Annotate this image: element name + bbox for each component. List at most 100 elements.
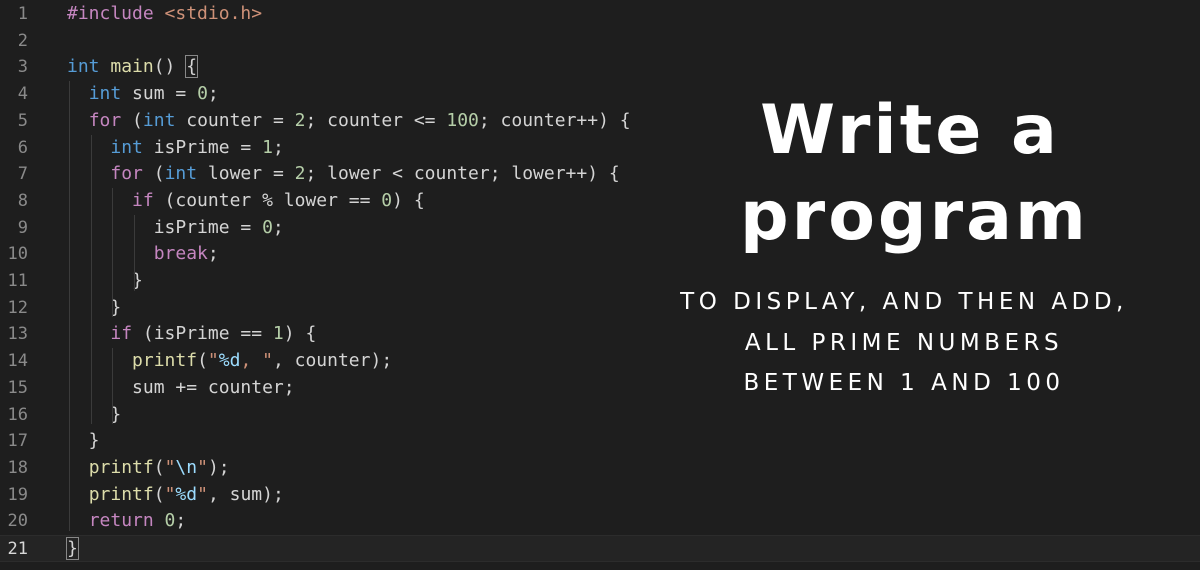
code-line-2[interactable]: 2 <box>0 28 1200 55</box>
matching-brace-close: } <box>66 537 79 560</box>
code-token: " <box>164 483 176 505</box>
code-token: ( <box>197 350 208 372</box>
line-number: 4 <box>17 84 28 105</box>
code-token: ; <box>207 83 219 105</box>
code-text: if (counter % lower == 0) { <box>67 188 425 215</box>
code-text: int main() { <box>67 54 199 81</box>
line-number: 14 <box>7 351 28 372</box>
line-number: 8 <box>17 190 28 211</box>
code-token: ; counter++) { <box>478 109 631 131</box>
code-text: } <box>66 536 79 563</box>
code-text: int sum = 0; <box>67 81 219 108</box>
code-token: 2 <box>294 109 306 131</box>
code-line-17[interactable]: 17 } <box>0 428 1200 455</box>
line-number: 17 <box>7 431 28 452</box>
code-token: ; <box>272 216 284 238</box>
code-token: int <box>164 163 208 185</box>
code-token: 100 <box>446 109 479 131</box>
code-token: for <box>110 163 154 185</box>
code-text: sum += counter; <box>67 375 295 402</box>
line-number: 9 <box>17 217 28 238</box>
code-line-21[interactable]: 21} <box>0 535 1200 562</box>
line-number: 19 <box>7 484 28 505</box>
code-text: for (int lower = 2; lower < counter; low… <box>67 161 620 188</box>
line-number: 3 <box>17 57 28 78</box>
code-token: ; <box>207 243 219 265</box>
code-token: ; <box>175 510 187 532</box>
code-token: counter = <box>186 109 295 131</box>
code-text: if (isPrime == 1) { <box>67 321 316 348</box>
line-number: 12 <box>7 297 28 318</box>
code-token: %d <box>218 350 241 372</box>
line-number: 13 <box>7 324 28 345</box>
subtitle-line-1: TO DISPLAY, AND THEN ADD, <box>680 289 1128 315</box>
matching-brace-open: { <box>185 55 199 79</box>
code-token: 1 <box>262 136 273 158</box>
code-token: ) { <box>283 323 317 345</box>
code-token: int <box>67 56 111 78</box>
code-line-16[interactable]: 16 } <box>0 402 1200 429</box>
code-token: ; lower < counter; lower++) { <box>305 163 620 185</box>
indent-guide <box>112 187 114 318</box>
code-text: isPrime = 0; <box>67 215 284 242</box>
code-text: printf("%d, ", counter); <box>67 348 392 375</box>
line-number: 20 <box>7 511 28 532</box>
code-editor[interactable]: 1 #include <stdio.h> 2 3 int main() {4 int s… <box>0 0 1200 570</box>
code-token: printf <box>132 350 198 372</box>
code-token: ( <box>153 483 165 505</box>
code-line-18[interactable]: 18 printf("\n"); <box>0 455 1200 482</box>
code-text: for (int counter = 2; counter <= 100; co… <box>67 108 631 135</box>
indent-guide <box>69 81 70 531</box>
code-token: } <box>67 270 143 291</box>
code-token: main <box>110 56 154 78</box>
code-token: ( <box>153 163 165 185</box>
code-text: #include <stdio.h> <box>67 1 262 28</box>
code-token: ( <box>153 456 165 478</box>
line-number: 2 <box>17 30 28 51</box>
code-token: lower = <box>207 163 295 185</box>
code-token: 0 <box>197 83 208 105</box>
headline: Write a program <box>740 88 1086 260</box>
code-token: sum = <box>132 83 198 105</box>
code-token: isPrime = <box>153 136 263 158</box>
code-token: ) { <box>392 189 425 211</box>
code-line-19[interactable]: 19 printf("%d", sum); <box>0 482 1200 509</box>
line-number: 21 <box>7 539 28 559</box>
line-number: 16 <box>7 404 28 425</box>
code-line-3[interactable]: 3 int main() { <box>0 54 1200 81</box>
code-token: int <box>142 109 187 131</box>
code-token: int <box>110 136 154 158</box>
code-text: printf("\n"); <box>67 455 230 482</box>
code-line-1[interactable]: 1 #include <stdio.h> <box>0 1 1200 28</box>
code-token: () <box>153 56 187 78</box>
code-token: " <box>207 350 219 372</box>
indent-guide <box>134 214 136 291</box>
code-token: return <box>88 510 165 532</box>
code-token: (isPrime == <box>142 323 273 345</box>
code-token: printf <box>88 483 154 505</box>
code-token: ( <box>132 109 143 131</box>
line-number: 10 <box>7 244 28 265</box>
indent-guide <box>112 348 114 425</box>
code-token: break <box>153 243 208 265</box>
subtitle: TO DISPLAY, AND THEN ADD, ALL PRIME NUMB… <box>640 282 1168 404</box>
subtitle-line-3: BETWEEN 1 AND 100 <box>743 370 1065 396</box>
headline-line-1: Write a <box>760 91 1060 170</box>
line-number: 18 <box>7 457 28 478</box>
code-token: } <box>67 430 100 452</box>
code-token: ); <box>207 456 230 478</box>
code-token: <stdio.h> <box>164 3 263 24</box>
code-line-20[interactable]: 20 return 0; <box>0 508 1200 535</box>
code-token: 0 <box>262 216 273 238</box>
line-number: 5 <box>17 110 28 131</box>
code-token: , sum); <box>207 483 284 505</box>
subtitle-line-2: ALL PRIME NUMBERS <box>744 329 1064 356</box>
code-token: " <box>164 456 176 478</box>
